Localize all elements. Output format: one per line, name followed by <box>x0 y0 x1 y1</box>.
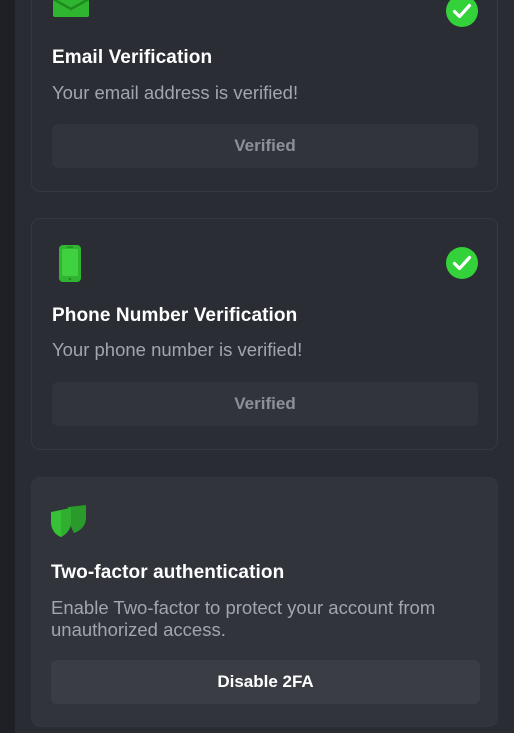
verification-panel: Email Verification Your email address is… <box>15 0 514 733</box>
card-description: Your phone number is verified! <box>52 339 303 360</box>
card-title: Phone Number Verification <box>52 305 298 326</box>
disable-2fa-button[interactable]: Disable 2FA <box>51 660 480 704</box>
card-title: Two-factor authentication <box>51 562 285 583</box>
phone-verification-card: Phone Number Verification Your phone num… <box>31 218 498 450</box>
check-circle-icon <box>446 247 478 279</box>
email-verification-card: Email Verification Your email address is… <box>31 0 498 192</box>
phone-icon <box>59 245 81 282</box>
shield-icon <box>51 505 86 537</box>
card-title: Email Verification <box>52 47 213 68</box>
check-circle-icon <box>446 0 478 27</box>
phone-verified-button[interactable]: Verified <box>52 382 478 426</box>
card-description: Your email address is verified! <box>52 82 299 103</box>
left-rail <box>0 0 15 733</box>
two-factor-card: Two-factor authentication Enable Two-fac… <box>31 477 498 727</box>
email-verified-button[interactable]: Verified <box>52 124 478 168</box>
envelope-icon <box>53 0 89 17</box>
card-description: Enable Two-factor to protect your accoun… <box>51 597 436 640</box>
